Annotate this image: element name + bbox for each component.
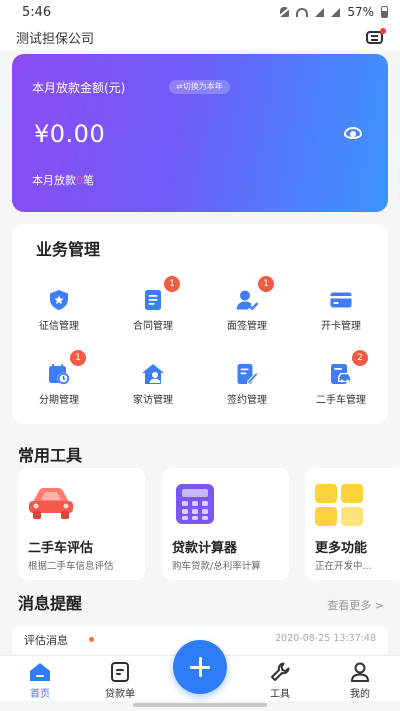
list-icon	[111, 662, 129, 682]
tool-card-used-car-eval[interactable]: 二手车评估 根据二手车信息评估	[18, 468, 145, 580]
badge-count: 2	[352, 350, 368, 366]
tab-label: 工具	[270, 689, 290, 700]
status-icons: 57%	[280, 5, 388, 19]
messages-header: 消息提醒 查看更多 >	[0, 590, 400, 616]
sign-document-icon	[237, 364, 259, 385]
view-more-link[interactable]: 查看更多 >	[327, 597, 384, 613]
user-check-icon	[236, 290, 258, 311]
biz-item-contract[interactable]: 合同管理 1	[106, 276, 200, 334]
tab-mine[interactable]: 我的	[330, 662, 390, 700]
calendar-clock-icon	[49, 364, 70, 385]
tool-desc: 根据二手车信息评估	[28, 561, 114, 572]
badge-count: 1	[70, 350, 86, 366]
switch-year-button[interactable]: ⇌切换为本年	[169, 80, 230, 94]
company-name: 测试担保公司	[16, 31, 95, 47]
biz-label: 面签管理	[227, 321, 267, 332]
grid-icon	[315, 484, 363, 526]
biz-label: 二手车管理	[316, 395, 366, 406]
house-person-icon	[142, 364, 164, 384]
tab-label: 首页	[30, 689, 50, 700]
car-document-icon	[331, 364, 352, 384]
document-icon	[145, 290, 161, 310]
business-grid: 征信管理 合同管理 1 面签管理 1 开卡管理 分期管理 1 家访管理 签约管理	[12, 276, 388, 408]
loan-count-suffix: 笔	[83, 174, 94, 187]
top-bar: 测试担保公司	[0, 24, 400, 50]
tab-tools[interactable]: 工具	[250, 662, 310, 700]
tool-name: 贷款计算器	[172, 541, 238, 556]
biz-item-installment[interactable]: 分期管理 1	[12, 350, 106, 408]
badge-count: 1	[164, 276, 180, 292]
biz-label: 家访管理	[133, 395, 173, 406]
status-bar: 5:46 57%	[0, 0, 400, 24]
loan-count-prefix: 本月放款	[32, 174, 76, 187]
tools-row: 二手车评估 根据二手车信息评估 贷款计算器 购车贷款/总利率计算 更多功能 正在…	[18, 468, 400, 580]
loan-count: 本月放款0笔	[32, 172, 94, 188]
signal-icon	[315, 7, 325, 17]
biz-item-signing[interactable]: 签约管理	[200, 356, 294, 408]
tool-desc: 购车贷款/总利率计算	[172, 561, 261, 572]
business-title: 业务管理	[36, 240, 101, 259]
message-title: 评估消息	[24, 634, 68, 647]
tool-card-loan-calculator[interactable]: 贷款计算器 购车贷款/总利率计算	[162, 468, 289, 580]
biz-item-used-car[interactable]: 二手车管理 2	[294, 350, 388, 408]
calculator-icon	[176, 484, 214, 524]
business-management-card: 业务管理 征信管理 合同管理 1 面签管理 1 开卡管理 分期管理 1 家访管理	[12, 224, 388, 424]
loan-count-value: 0	[76, 174, 83, 187]
home-icon	[30, 663, 50, 681]
biz-item-interview[interactable]: 面签管理 1	[200, 276, 294, 334]
message-time: 2020-08-25 13:37:48	[275, 633, 376, 644]
signal-icon	[331, 7, 341, 17]
tab-home[interactable]: 首页	[10, 662, 70, 700]
tab-loan-orders[interactable]: 贷款单	[90, 662, 150, 700]
person-icon	[350, 662, 370, 682]
wrench-icon	[271, 662, 290, 681]
eye-icon[interactable]	[344, 127, 362, 139]
wifi-icon	[296, 7, 309, 17]
message-button[interactable]	[364, 28, 386, 46]
shield-star-icon	[50, 290, 68, 310]
tab-label: 贷款单	[105, 689, 135, 700]
biz-label: 开卡管理	[321, 321, 361, 332]
badge-count: 1	[258, 276, 274, 292]
biz-label: 合同管理	[133, 321, 173, 332]
biz-label: 分期管理	[39, 395, 79, 406]
biz-item-credit[interactable]: 征信管理	[12, 282, 106, 334]
car-icon	[29, 488, 73, 519]
biz-item-card[interactable]: 开卡管理	[294, 282, 388, 334]
loan-amount-title: 本月放款金额(元)	[32, 81, 126, 95]
tool-card-more[interactable]: 更多功能 正在开发中...	[305, 468, 400, 580]
notification-dot	[380, 28, 386, 34]
tool-name: 更多功能	[315, 541, 368, 556]
biz-label: 签约管理	[227, 395, 267, 406]
messages-title: 消息提醒	[18, 594, 83, 613]
add-button[interactable]	[173, 640, 227, 694]
tools-title: 常用工具	[18, 446, 83, 465]
tool-desc: 正在开发中...	[315, 561, 372, 572]
status-time: 5:46	[22, 4, 52, 20]
credit-card-icon	[330, 292, 352, 308]
battery-icon	[381, 6, 388, 18]
unread-dot	[89, 637, 94, 642]
biz-label: 征信管理	[39, 321, 79, 332]
tab-label: 我的	[350, 689, 370, 700]
biz-item-home-visit[interactable]: 家访管理	[106, 356, 200, 408]
battery-percent: 57%	[347, 5, 374, 19]
mute-bell-icon	[280, 7, 290, 17]
loan-summary-card: 本月放款金额(元) ⇌切换为本年 ¥0.00 本月放款0笔	[12, 54, 388, 212]
loan-amount: ¥0.00	[34, 120, 106, 148]
home-indicator	[133, 703, 267, 707]
tool-name: 二手车评估	[28, 541, 94, 556]
